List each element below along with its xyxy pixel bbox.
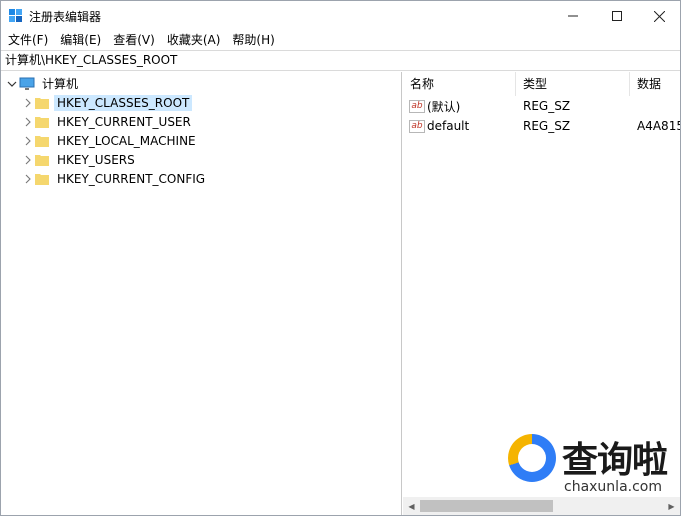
- chevron-down-icon[interactable]: [5, 77, 19, 91]
- value-type: REG_SZ: [523, 99, 571, 113]
- tree-item-label: HKEY_CURRENT_USER: [57, 114, 191, 129]
- horizontal-scrollbar[interactable]: ◀ ▶: [403, 497, 680, 515]
- tree-item-label: HKEY_LOCAL_MACHINE: [57, 133, 196, 148]
- tree-root-label: 计算机: [42, 77, 79, 91]
- close-button[interactable]: [636, 1, 681, 31]
- registry-editor-window: 注册表编辑器 文件(F) 编辑(E) 查看(V) 收藏夹(A) 帮助(H) 计算…: [0, 0, 681, 516]
- chevron-right-icon[interactable]: [21, 96, 35, 110]
- value-data: A4A815: [637, 119, 680, 133]
- folder-icon: [35, 172, 49, 185]
- watermark-logo: 查询啦 chaxunla.com: [504, 429, 674, 499]
- watermark-text: 查询啦: [562, 440, 668, 481]
- menu-edit[interactable]: 编辑(E): [54, 31, 107, 50]
- tree-item-hkey-users[interactable]: HKEY_USERS: [21, 150, 138, 169]
- scrollbar-thumb[interactable]: [420, 500, 553, 512]
- folder-icon: [35, 134, 49, 147]
- value-name-cell: ab (默认): [403, 98, 516, 115]
- close-icon: [653, 10, 665, 22]
- computer-icon: [19, 77, 35, 90]
- chevron-right-icon[interactable]: [21, 153, 35, 167]
- chevron-right-icon[interactable]: [21, 115, 35, 129]
- value-name: default: [427, 119, 470, 133]
- table-row[interactable]: ab (默认) REG_SZ: [403, 96, 680, 116]
- string-value-icon: ab: [409, 99, 425, 113]
- tree-item-hkey-current-config[interactable]: HKEY_CURRENT_CONFIG: [21, 169, 208, 188]
- scroll-right-icon[interactable]: ▶: [663, 497, 680, 515]
- address-bar[interactable]: 计算机\HKEY_CLASSES_ROOT: [1, 50, 680, 71]
- tree-item-hkey-current-user[interactable]: HKEY_CURRENT_USER: [21, 112, 194, 131]
- menu-file[interactable]: 文件(F): [1, 31, 54, 50]
- title-bar: 注册表编辑器: [1, 1, 680, 31]
- minimize-icon: [568, 15, 578, 17]
- tree-item-label: HKEY_USERS: [57, 152, 135, 167]
- string-value-icon: ab: [409, 119, 425, 133]
- key-tree-pane: 计算机 HKEY_CLASSES_ROOT HKEY_CURRENT_USER …: [1, 72, 402, 515]
- folder-icon: [35, 96, 49, 109]
- column-header-name[interactable]: 名称: [403, 72, 516, 96]
- tree-item-hkey-local-machine[interactable]: HKEY_LOCAL_MACHINE: [21, 131, 199, 150]
- chevron-right-icon[interactable]: [21, 134, 35, 148]
- minimize-button[interactable]: [550, 1, 596, 31]
- menu-bar: 文件(F) 编辑(E) 查看(V) 收藏夹(A) 帮助(H): [1, 31, 680, 50]
- table-row[interactable]: ab default REG_SZ A4A815: [403, 116, 680, 136]
- tree-item-hkey-classes-root[interactable]: HKEY_CLASSES_ROOT: [21, 93, 193, 112]
- tree-root-computer[interactable]: 计算机: [5, 74, 81, 93]
- folder-icon: [35, 153, 49, 166]
- value-type: REG_SZ: [523, 119, 571, 133]
- value-name: (默认): [427, 99, 461, 114]
- registry-app-icon: [9, 9, 22, 22]
- maximize-button[interactable]: [594, 1, 640, 31]
- folder-icon: [35, 115, 49, 128]
- tree-item-label: HKEY_CLASSES_ROOT: [54, 94, 193, 111]
- menu-help[interactable]: 帮助(H): [226, 31, 280, 50]
- chevron-right-icon[interactable]: [21, 172, 35, 186]
- watermark-subtext: chaxunla.com: [564, 479, 662, 495]
- column-header-type[interactable]: 类型: [516, 72, 630, 96]
- window-title: 注册表编辑器: [29, 10, 102, 24]
- column-header-data[interactable]: 数据: [630, 72, 680, 96]
- value-name-cell: ab default: [403, 119, 516, 133]
- menu-favorites[interactable]: 收藏夹(A): [161, 31, 227, 50]
- menu-view[interactable]: 查看(V): [107, 31, 161, 50]
- watermark-search-icon: [508, 434, 556, 482]
- tree-item-label: HKEY_CURRENT_CONFIG: [57, 171, 206, 186]
- list-header: 名称 类型 数据: [403, 72, 680, 96]
- scroll-left-icon[interactable]: ◀: [403, 497, 420, 515]
- maximize-icon: [612, 11, 622, 21]
